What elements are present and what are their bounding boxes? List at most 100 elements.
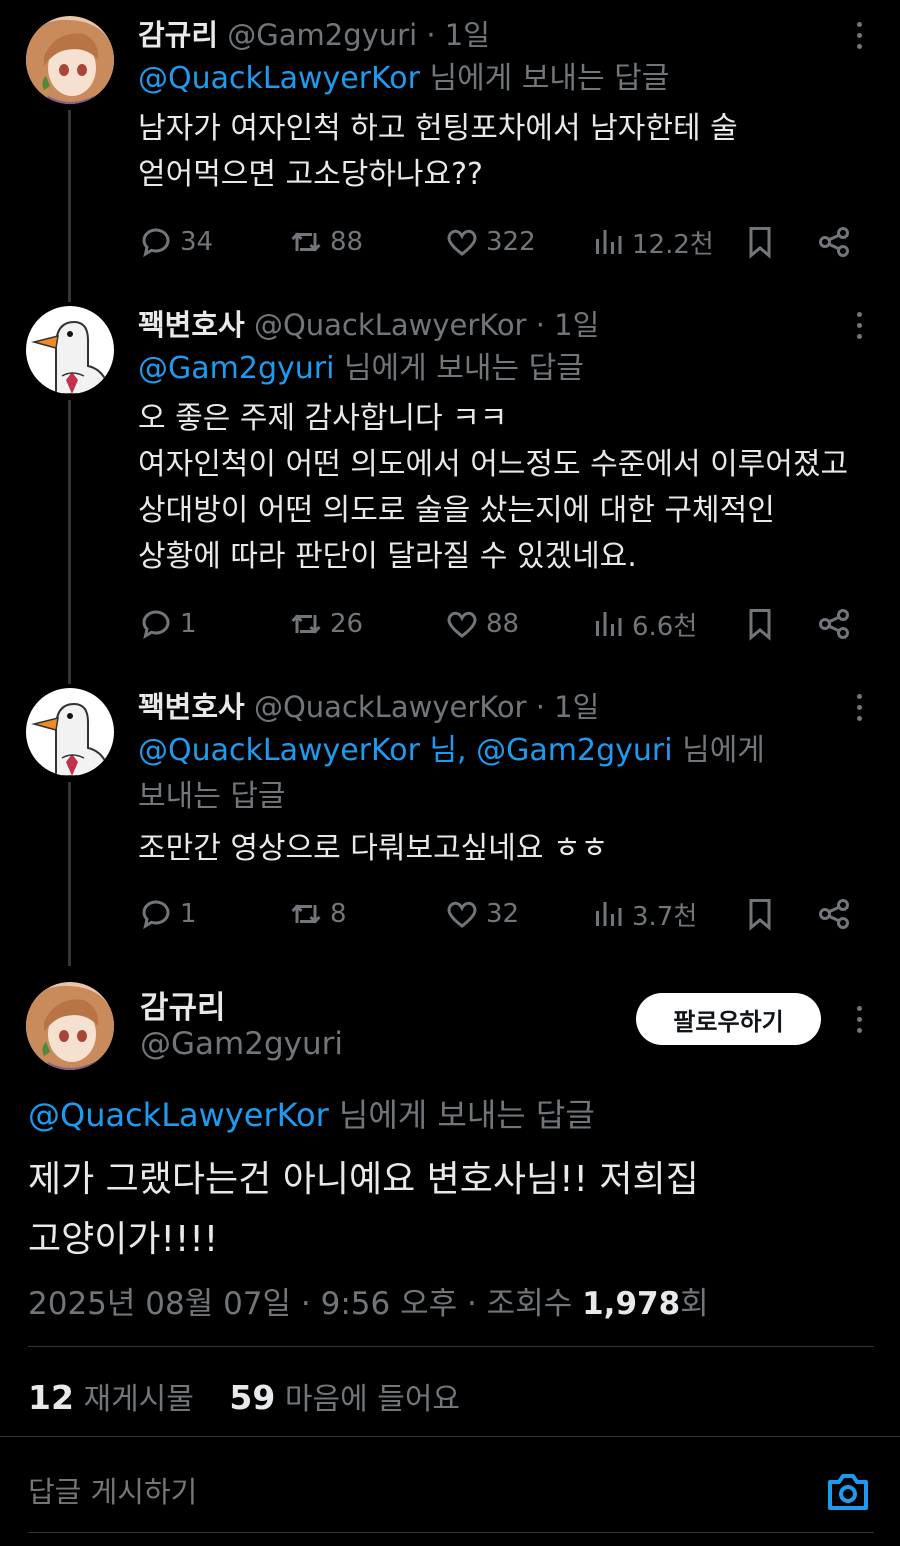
avatar[interactable] [26, 16, 114, 104]
reply-count: 1 [180, 609, 197, 639]
tweet-line: 조만간 영상으로 다뤄보고싶네요 ㅎㅎ [138, 831, 609, 866]
reply-button[interactable]: 1 [138, 894, 197, 934]
display-name[interactable]: 감규리 [140, 982, 226, 1027]
avatar[interactable] [26, 306, 114, 394]
retweet-button[interactable]: 88 [288, 222, 363, 262]
bookmark-icon [749, 609, 771, 641]
tweet-line: 제가 그랬다는건 아니예요 변호사님!! 저희집 [28, 1159, 699, 1200]
more-icon[interactable] [856, 312, 864, 345]
bookmark-button[interactable] [742, 222, 778, 262]
mention-link[interactable]: @QuackLawyerKor 님, @Gam2gyuri [138, 733, 673, 768]
views-icon [596, 612, 622, 636]
share-button[interactable] [816, 222, 852, 262]
share-icon [819, 609, 849, 639]
like-button[interactable]: 88 [444, 604, 519, 644]
reply-context: @QuackLawyerKor 님에게 보내는 답글 [28, 1090, 595, 1136]
user-handle[interactable]: @Gam2gyuri [227, 18, 417, 52]
reply-icon [142, 228, 170, 258]
share-button[interactable] [816, 604, 852, 644]
reply-input[interactable] [28, 1470, 788, 1514]
reply-suffix-line2: 보내는 답글 [138, 779, 286, 814]
reply-suffix: 님에게 보내는 답글 [419, 61, 670, 96]
tweet-line: 오 좋은 주제 감사합니다 ㅋㅋ [138, 401, 508, 436]
bookmark-icon [749, 227, 771, 259]
follow-button[interactable]: 팔로우하기 [636, 993, 821, 1045]
like-count: 88 [486, 609, 520, 639]
more-icon[interactable] [856, 694, 864, 727]
more-icon[interactable] [856, 22, 864, 55]
like-button[interactable]: 32 [444, 894, 519, 934]
display-name[interactable]: 꽥변호사 [138, 308, 245, 342]
likes-stat[interactable]: 59 마음에 들어요 [229, 1378, 460, 1417]
like-icon [447, 901, 477, 928]
more-icon[interactable] [856, 1006, 864, 1039]
reply-button[interactable]: 34 [138, 222, 213, 262]
action-bar: 1 8 32 3.7천 [138, 894, 858, 934]
reply-button[interactable]: 1 [138, 604, 197, 644]
reply-tweet[interactable]: 감규리 @Gam2gyuri · 1일 @QuackLawyerKor 님에게 … [0, 0, 900, 290]
like-button[interactable]: 322 [444, 222, 536, 262]
retweet-label: 재게시물 [73, 1382, 194, 1417]
avatar-goose-image [26, 688, 114, 776]
timestamp[interactable]: · 1일 [536, 690, 600, 724]
reply-icon [142, 900, 170, 930]
timestamp[interactable]: · 1일 [536, 308, 600, 342]
reply-context: @QuackLawyerKor 님에게 보내는 답글 [138, 56, 858, 102]
tweet-text: 오 좋은 주제 감사합니다 ㅋㅋ 여자인척이 어떤 의도에서 어느정도 수준에서… [138, 396, 878, 580]
like-icon [447, 611, 477, 638]
divider [28, 1346, 874, 1347]
reply-suffix: 님에게 보내는 답글 [328, 1096, 595, 1134]
mention-link[interactable]: @Gam2gyuri [138, 351, 334, 386]
user-handle[interactable]: @Gam2gyuri [140, 1026, 343, 1062]
tweet-text: 남자가 여자인척 하고 헌팅포차에서 남자한테 술 얻어먹으면 고소당하나요?? [138, 106, 878, 198]
post-date[interactable]: 2025년 08월 07일 · 9:56 오후 · 조회수 [28, 1286, 582, 1322]
retweets-stat[interactable]: 12 재게시물 [28, 1378, 194, 1417]
bookmark-button[interactable] [742, 894, 778, 934]
bookmark-icon [749, 899, 771, 931]
action-bar: 34 88 322 12.2천 [138, 222, 858, 262]
avatar-goose-image [26, 306, 114, 394]
user-handle[interactable]: @QuackLawyerKor [254, 690, 527, 724]
engagement-stats: 12 재게시물 59 마음에 들어요 [28, 1374, 460, 1418]
tweet-line: 얻어먹으면 고소당하나요?? [138, 157, 483, 192]
tweet-line: 고양이가!!!! [28, 1219, 219, 1260]
view-unit: 회 [680, 1286, 709, 1322]
tweet-text: 제가 그랬다는건 아니예요 변호사님!! 저희집 고양이가!!!! [28, 1150, 868, 1270]
reply-tweet[interactable]: 꽥변호사 @QuackLawyerKor · 1일 @Gam2gyuri 님에게… [0, 290, 900, 680]
avatar-anime-girl-image [26, 16, 114, 104]
share-button[interactable] [816, 894, 852, 934]
tweet-line: 남자가 여자인척 하고 헌팅포차에서 남자한테 술 [138, 111, 738, 146]
views-button[interactable]: 3.7천 [590, 894, 697, 934]
retweet-icon [291, 904, 321, 924]
like-count: 322 [486, 227, 536, 257]
mention-link[interactable]: @QuackLawyerKor [138, 61, 420, 96]
view-count: 12.2천 [632, 229, 714, 260]
retweet-button[interactable]: 8 [288, 894, 347, 934]
bookmark-button[interactable] [742, 604, 778, 644]
views-button[interactable]: 6.6천 [590, 604, 697, 644]
mention-link[interactable]: @QuackLawyerKor [28, 1096, 329, 1134]
reply-icon [142, 610, 170, 640]
retweet-count: 26 [330, 609, 364, 639]
retweet-button[interactable]: 26 [288, 604, 363, 644]
camera-icon[interactable] [824, 1470, 872, 1514]
display-name[interactable]: 꽥변호사 [138, 690, 245, 724]
reply-count: 1 [180, 899, 197, 929]
tweet-line: 상황에 따라 판단이 달라질 수 있겠네요. [138, 539, 637, 574]
views-button[interactable]: 12.2천 [590, 222, 714, 262]
retweet-icon [291, 614, 321, 634]
reply-suffix: 님에게 [672, 733, 765, 768]
reply-tweet[interactable]: 꽥변호사 @QuackLawyerKor · 1일 @QuackLawyerKo… [0, 672, 900, 962]
tweet-line: 상대방이 어떤 의도로 술을 샀는지에 대한 구체적인 [138, 493, 775, 528]
like-icon [447, 229, 477, 256]
avatar[interactable] [26, 982, 114, 1070]
timestamp[interactable]: · 1일 [426, 18, 490, 52]
reply-count: 34 [180, 227, 214, 257]
avatar[interactable] [26, 688, 114, 776]
retweet-icon [291, 232, 321, 252]
display-name[interactable]: 감규리 [138, 18, 218, 52]
reply-header: 꽥변호사 @QuackLawyerKor · 1일 [138, 302, 599, 344]
user-handle[interactable]: @QuackLawyerKor [254, 308, 527, 342]
retweet-count: 88 [330, 227, 364, 257]
view-count: 3.7천 [632, 901, 698, 932]
